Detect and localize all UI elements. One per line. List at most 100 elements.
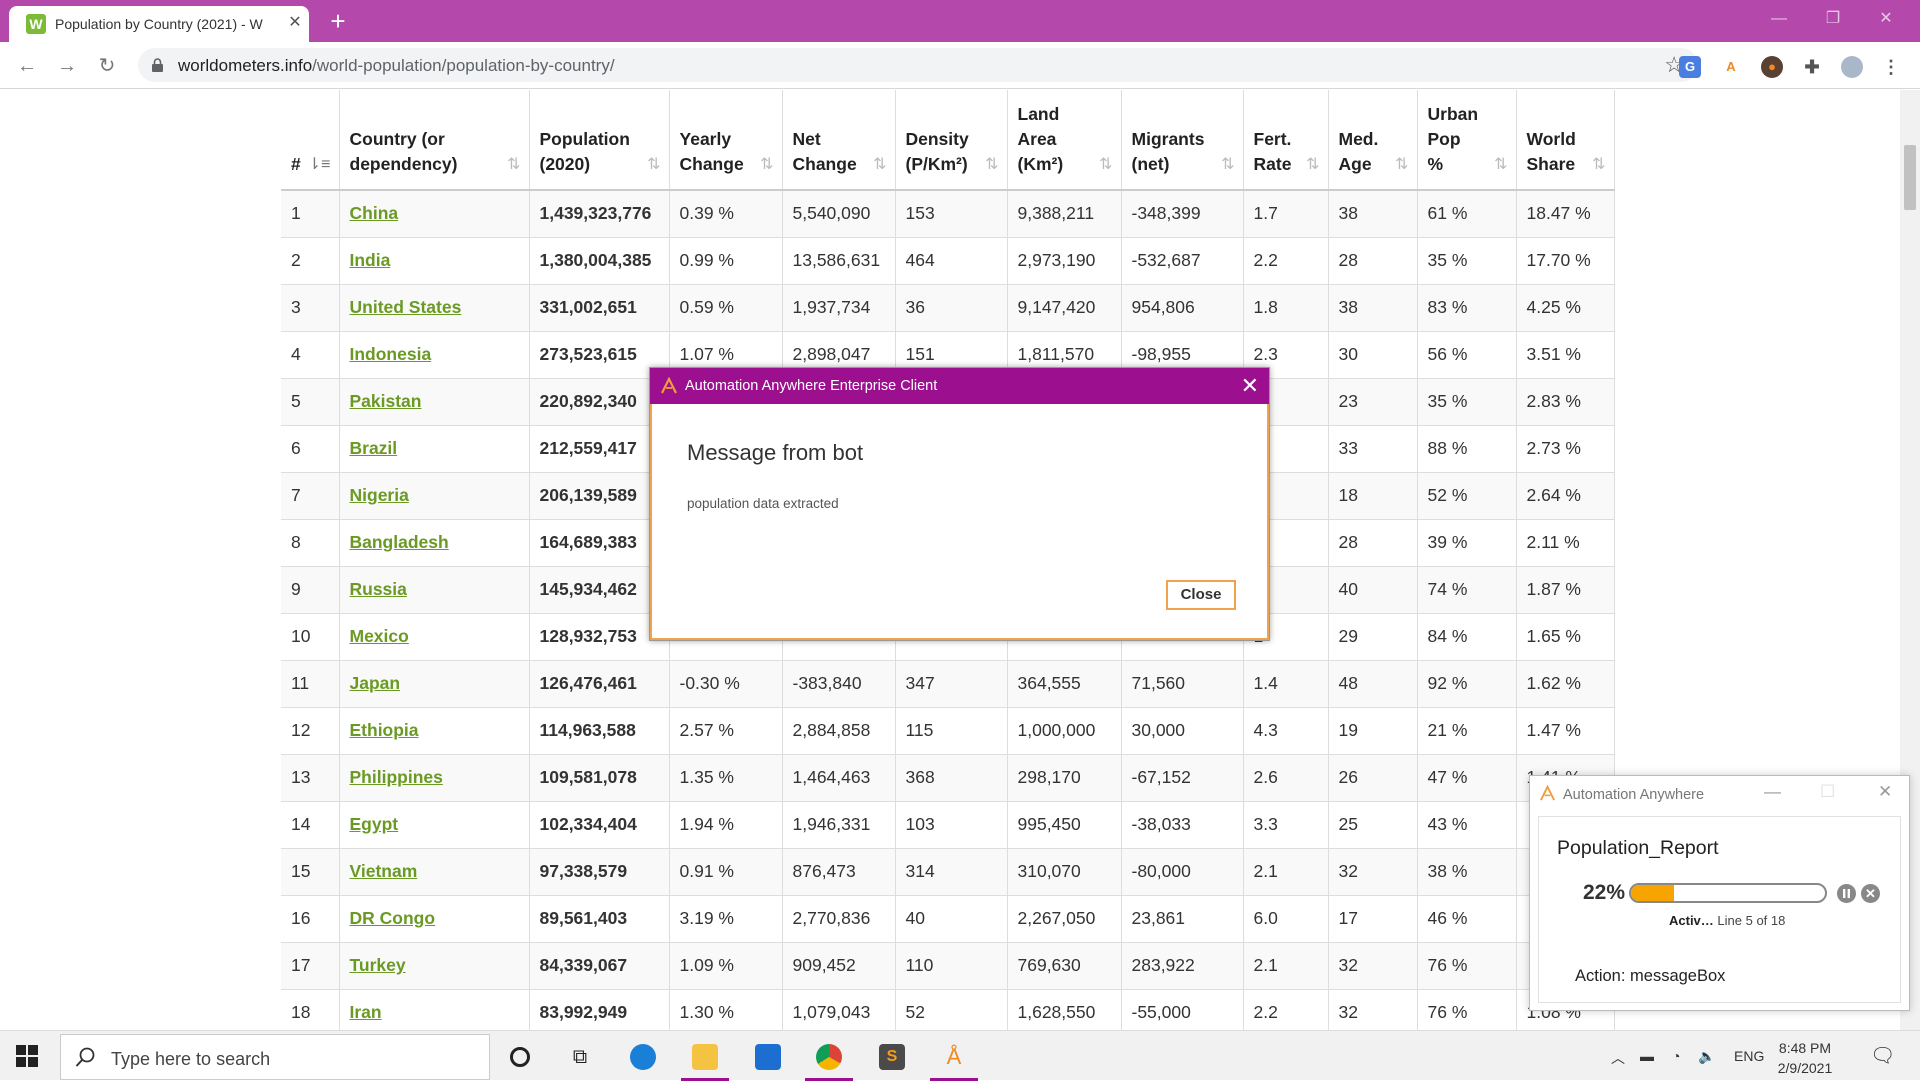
address-bar[interactable]: worldometers.info/world-population/popul… <box>138 48 1698 82</box>
sublime-text-app[interactable]: S <box>864 1035 920 1081</box>
table-cell: 128,932,753 <box>529 613 670 661</box>
stop-icon[interactable]: ✕ <box>1861 884 1880 903</box>
avatar[interactable] <box>1841 56 1863 78</box>
pause-icon[interactable] <box>1837 884 1856 903</box>
col-urban-pop-header[interactable]: Urban Pop% ⇅ <box>1417 90 1517 191</box>
minimize-icon[interactable]: — <box>1764 782 1781 802</box>
automation-anywhere-app[interactable]: Å <box>926 1035 982 1081</box>
country-link[interactable]: Bangladesh <box>350 532 449 552</box>
sublime-text-icon: S <box>879 1044 905 1070</box>
country-link[interactable]: Vietnam <box>350 861 418 881</box>
table-cell: 39 % <box>1417 519 1517 567</box>
country-link[interactable]: India <box>350 250 391 270</box>
progress-title-bar[interactable]: Automation Anywhere — ☐ ✕ <box>1530 776 1909 812</box>
col-world-share-header[interactable]: World Share ⇅ <box>1516 90 1615 191</box>
col-yearly-change-header[interactable]: Yearly Change ⇅ <box>669 90 783 191</box>
table-cell: 32 <box>1328 942 1418 990</box>
forward-button[interactable]: → <box>53 52 81 80</box>
scrollbar-thumb[interactable] <box>1904 145 1916 210</box>
country-link[interactable]: Egypt <box>350 814 399 834</box>
col-land-area-header[interactable]: Land Area (Km²) ⇅ <box>1007 90 1122 191</box>
table-cell: 1.09 % <box>669 942 783 990</box>
dialog-close-icon[interactable]: ✕ <box>1241 373 1259 399</box>
country-link[interactable]: Japan <box>350 673 401 693</box>
battery-icon[interactable]: ▬ <box>1640 1048 1654 1064</box>
translate-extension-icon[interactable]: G <box>1679 56 1701 78</box>
country-link[interactable]: Iran <box>350 1002 382 1022</box>
chrome-icon <box>816 1044 842 1070</box>
minimize-window-button[interactable]: — <box>1759 4 1799 34</box>
table-cell: 28 <box>1328 237 1418 285</box>
col-rank-header[interactable]: # ⇂≡ <box>281 90 340 191</box>
table-cell: 331,002,651 <box>529 284 670 332</box>
col-population-header[interactable]: Population (2020) ⇅ <box>529 90 670 191</box>
col-fert-rate-header[interactable]: Fert. Rate ⇅ <box>1243 90 1329 191</box>
table-cell: 29 <box>1328 613 1418 661</box>
table-cell: 364,555 <box>1007 660 1122 708</box>
country-link[interactable]: China <box>350 203 399 223</box>
country-link[interactable]: DR Congo <box>350 908 436 928</box>
edge-app[interactable] <box>615 1035 671 1081</box>
table-cell: 47 % <box>1417 754 1517 802</box>
cortana-button[interactable] <box>492 1035 548 1081</box>
windows-start-icon[interactable] <box>16 1045 38 1067</box>
chrome-app[interactable] <box>801 1035 857 1081</box>
col-density-header[interactable]: Density (P/Km²) ⇅ <box>895 90 1008 191</box>
volume-icon[interactable]: 🔈 <box>1698 1048 1715 1065</box>
dialog-title: Automation Anywhere Enterprise Client <box>685 378 938 394</box>
table-cell: 1,079,043 <box>782 989 896 1030</box>
windows-taskbar: Type here to search ⧉ S Å ︿ ▬ ◔ 🔈 ENG 8:… <box>0 1030 1920 1081</box>
search-icon <box>75 1047 95 1067</box>
country-link[interactable]: Ethiopia <box>350 720 419 740</box>
table-cell: 97,338,579 <box>529 848 670 896</box>
browser-tab[interactable]: W Population by Country (2021) - W ✕ <box>9 6 309 42</box>
back-button[interactable]: ← <box>13 52 41 80</box>
close-window-button[interactable]: ✕ <box>1866 4 1906 34</box>
tab-close-icon[interactable]: ✕ <box>286 14 304 32</box>
table-row: 13 Philippines 109,581,078 1.35 % 1,464,463 3… <box>281 754 1615 802</box>
country-link[interactable]: Mexico <box>350 626 409 646</box>
task-view-button[interactable]: ⧉ <box>552 1035 608 1081</box>
mail-app[interactable] <box>740 1035 796 1081</box>
wifi-icon[interactable]: ◔ <box>1672 1048 1680 1064</box>
col-migrants-header[interactable]: Migrants (net) ⇅ <box>1121 90 1244 191</box>
country-link[interactable]: Russia <box>350 579 407 599</box>
restore-window-button[interactable]: ❐ <box>1813 4 1853 34</box>
table-cell: 115 <box>895 707 1008 755</box>
action-center-icon[interactable]: 🗨 <box>1870 1043 1895 1068</box>
close-button[interactable]: Close <box>1166 580 1236 610</box>
table-cell: 1.35 % <box>669 754 783 802</box>
show-hidden-icons-chevron-icon[interactable]: ︿ <box>1611 1048 1625 1068</box>
profile-extension-icon[interactable]: ● <box>1761 56 1783 78</box>
reload-button[interactable]: ↻ <box>93 52 121 80</box>
country-link[interactable]: Philippines <box>350 767 443 787</box>
file-explorer-app[interactable] <box>677 1035 733 1081</box>
col-net-change-header[interactable]: Net Change ⇅ <box>782 90 896 191</box>
country-link[interactable]: Indonesia <box>350 344 432 364</box>
maximize-icon: ☐ <box>1820 782 1836 801</box>
country-link[interactable]: Brazil <box>350 438 398 458</box>
url-path: /world-population/population-by-country/ <box>312 56 615 75</box>
country-link[interactable]: United States <box>350 297 462 317</box>
col-country-header[interactable]: Country (or dependency) ⇅ <box>339 90 530 191</box>
country-link[interactable]: Pakistan <box>350 391 422 411</box>
taskbar-search-input[interactable]: Type here to search <box>60 1034 490 1080</box>
table-cell: 1.87 % <box>1516 566 1615 614</box>
automation-anywhere-extension-icon[interactable]: A <box>1720 56 1742 78</box>
col-med-age-header[interactable]: Med. Age ⇅ <box>1328 90 1418 191</box>
url-domain: worldometers.info <box>178 56 313 75</box>
table-cell: -67,152 <box>1121 754 1244 802</box>
extensions-puzzle-icon[interactable]: ✚ <box>1801 56 1823 78</box>
table-cell: Bangladesh <box>339 519 530 567</box>
close-icon[interactable]: ✕ <box>1878 782 1892 802</box>
system-clock[interactable]: 8:48 PM 2/9/2021 <box>1760 1038 1850 1078</box>
menu-kebab-icon[interactable]: ⋮ <box>1880 56 1902 78</box>
table-cell: -532,687 <box>1121 237 1244 285</box>
dialog-title-bar[interactable]: Automation Anywhere Enterprise Client ✕ <box>650 368 1269 404</box>
new-tab-button[interactable]: + <box>324 8 352 36</box>
country-link[interactable]: Turkey <box>350 955 406 975</box>
clock-time: 8:48 PM <box>1778 1040 1832 1056</box>
country-link[interactable]: Nigeria <box>350 485 409 505</box>
table-cell: 89,561,403 <box>529 895 670 943</box>
sort-icon: ⇅ <box>1494 156 1508 173</box>
